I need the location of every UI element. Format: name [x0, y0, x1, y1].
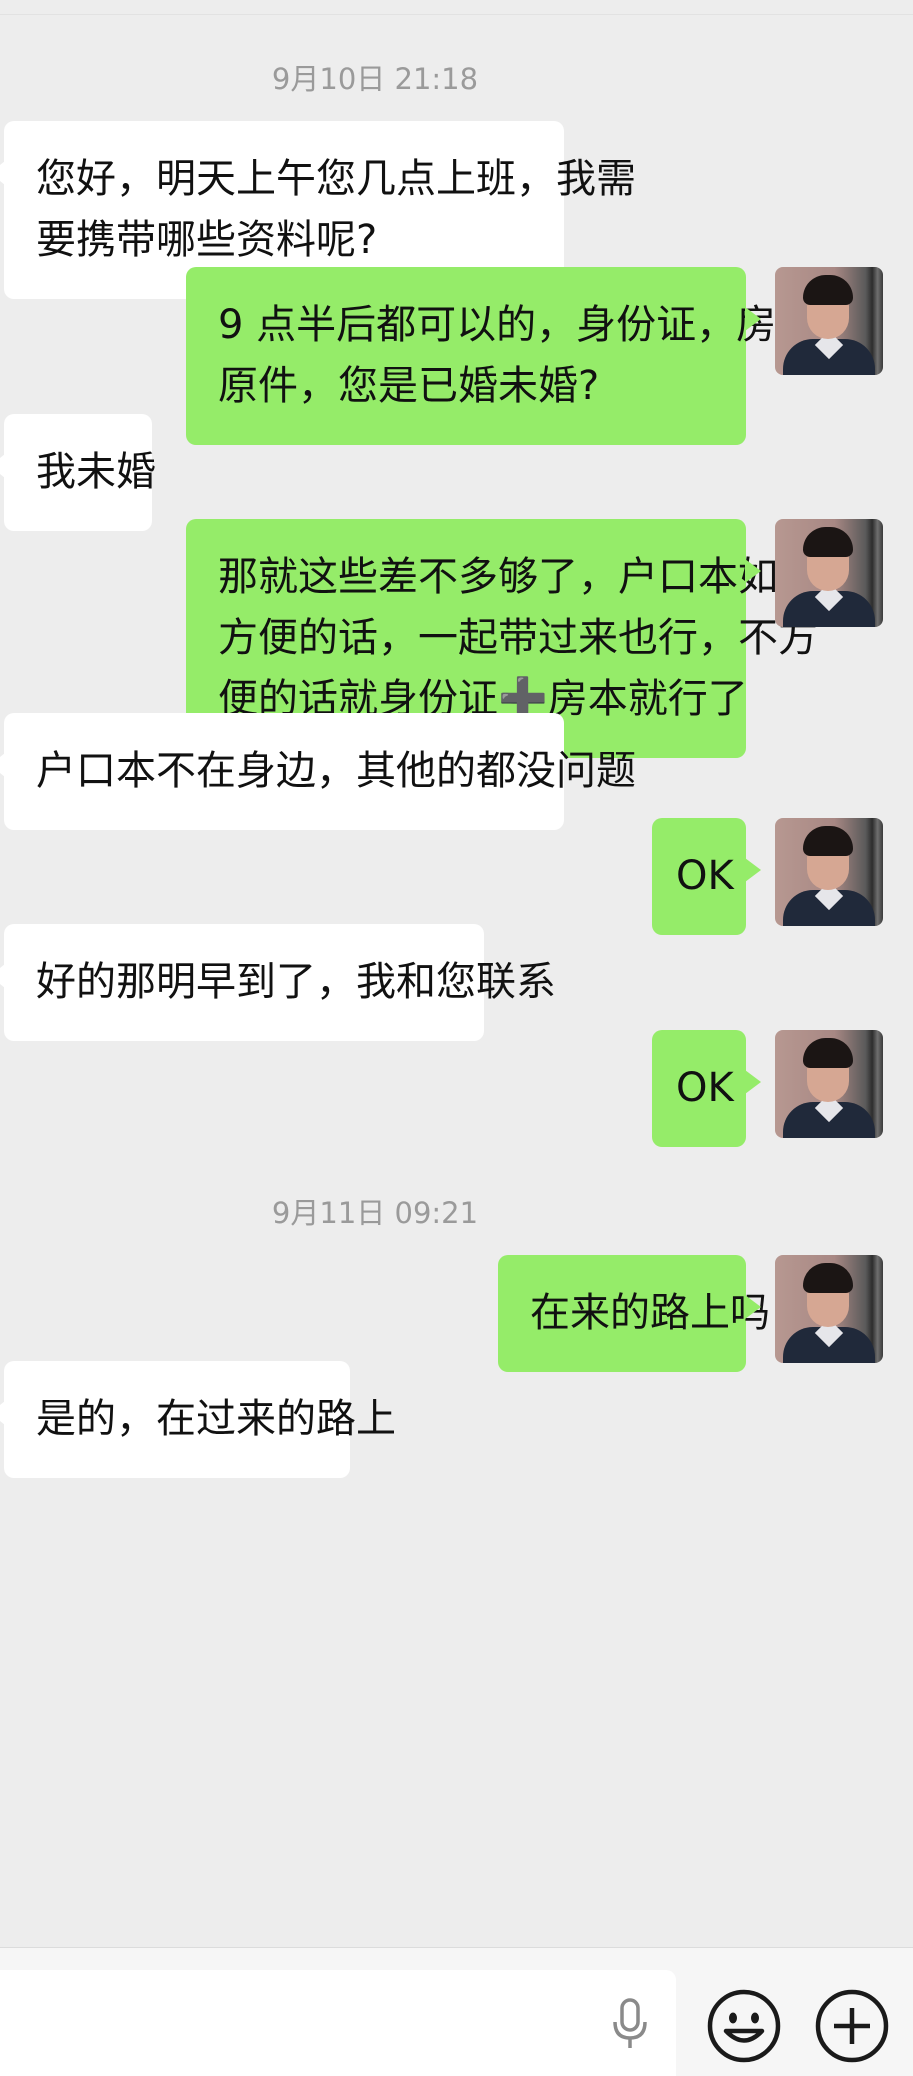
timestamp: 9月10日 21:18: [271, 62, 479, 96]
message-bubble-sent[interactable]: 9 点半后都可以的，身份证，房产证 原件，您是已婚未婚?: [186, 267, 857, 445]
message-line: 要携带哪些资料呢?: [36, 217, 378, 263]
plus-icon[interactable]: [814, 1988, 890, 2064]
message-line: 是的，在过来的路上: [36, 1396, 396, 1442]
message-line: 在来的路上吗: [530, 1290, 770, 1336]
avatar[interactable]: [775, 1255, 883, 1363]
message-input[interactable]: [0, 1970, 676, 2076]
timestamp: 9月11日 09:21: [271, 1196, 479, 1230]
message-line: 我未婚: [36, 449, 156, 495]
emoji-icon[interactable]: [706, 1988, 782, 2064]
message-bubble-sent[interactable]: OK: [652, 818, 761, 935]
message-bubble-received[interactable]: 户口本不在身边，其他的都没问题: [0, 713, 636, 830]
message-bubble-received[interactable]: 好的那明早到了，我和您联系: [0, 924, 556, 1041]
input-bar: [0, 1947, 913, 2076]
message-line: 好的那明早到了，我和您联系: [36, 959, 556, 1005]
message-line: 户口本不在身边，其他的都没问题: [36, 748, 636, 794]
avatar[interactable]: [775, 267, 883, 375]
avatar[interactable]: [775, 1030, 883, 1138]
microphone-icon[interactable]: [610, 1998, 650, 2050]
message-line: 方便的话，一起带过来也行，不方: [218, 615, 818, 661]
message-line: 9 点半后都可以的，身份证，房产证: [218, 302, 857, 348]
message-bubble-sent[interactable]: 在来的路上吗: [498, 1255, 770, 1372]
message-line: 原件，您是已婚未婚?: [218, 363, 600, 409]
message-bubble-received[interactable]: 我未婚: [0, 414, 156, 531]
message-line: 那就这些差不多够了，户口本如果: [218, 554, 818, 600]
message-line: OK: [676, 853, 734, 899]
top-divider: [0, 14, 913, 15]
avatar[interactable]: [775, 519, 883, 627]
message-bubble-received[interactable]: 是的，在过来的路上: [0, 1361, 396, 1478]
message-bubble-sent[interactable]: OK: [652, 1030, 761, 1147]
message-line: 您好，明天上午您几点上班，我需: [36, 156, 636, 202]
avatar[interactable]: [775, 818, 883, 926]
message-line: OK: [676, 1065, 734, 1111]
